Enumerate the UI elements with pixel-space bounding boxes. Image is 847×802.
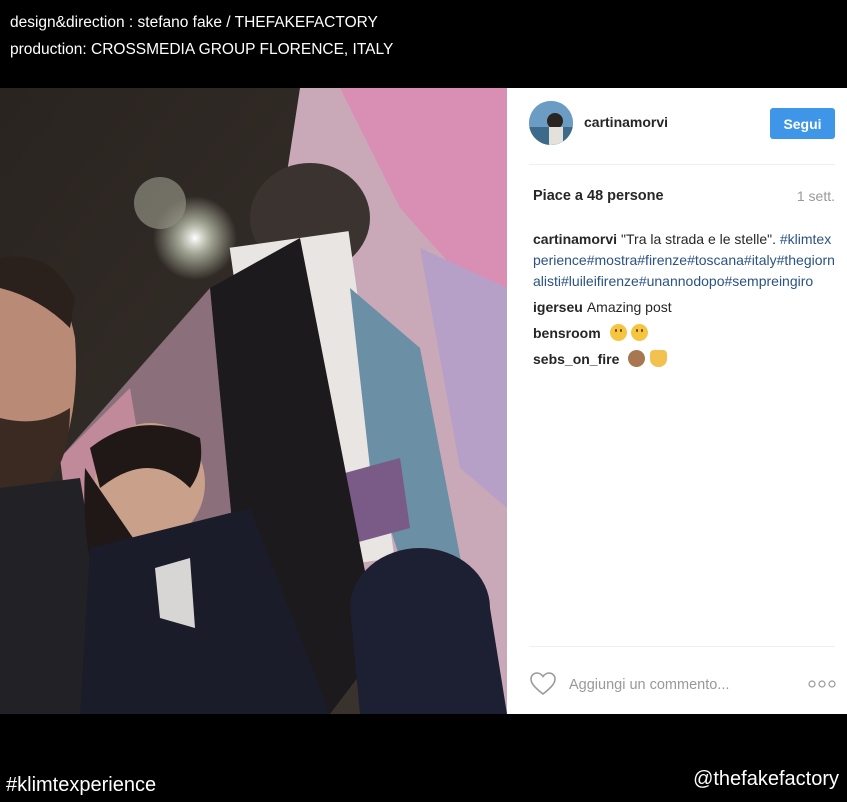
comment-input[interactable] — [567, 672, 791, 698]
post-header: cartinamorvi Segui — [507, 88, 847, 165]
comments-list: cartinamorvi "Tra la strada e le stelle".… — [533, 229, 837, 375]
raising-hands-emoji-icon — [650, 350, 668, 367]
credits-direction: design&direction : stefano fake / THEFAK… — [10, 14, 378, 31]
credits: design&direction : stefano fake / THEFAK… — [10, 9, 393, 63]
handle-caption: @thefakefactory — [693, 768, 839, 790]
grinning-emoji-icon — [631, 324, 649, 341]
post-details-panel: cartinamorvi Segui Piace a 48 persone 1 … — [507, 88, 847, 714]
post-timestamp[interactable]: 1 sett. — [797, 188, 835, 204]
comment-text: Amazing post — [586, 299, 672, 315]
post-photo — [0, 88, 507, 714]
comment-username[interactable]: igerseu — [533, 299, 583, 315]
see-no-evil-monkey-emoji-icon — [628, 350, 646, 367]
comment-item: sebs_on_fire — [533, 349, 837, 370]
heart-icon[interactable] — [530, 672, 556, 696]
post-username[interactable]: cartinamorvi — [584, 114, 668, 130]
caption: cartinamorvi "Tra la strada e le stelle".… — [533, 229, 837, 292]
grinning-emoji-icon — [609, 324, 627, 341]
follow-button[interactable]: Segui — [770, 108, 835, 139]
comment-item: igerseu Amazing post — [533, 297, 837, 318]
more-dots-icon[interactable] — [807, 676, 837, 692]
likes-count[interactable]: Piace a 48 persone — [533, 188, 664, 204]
selfie-photo-illustration — [0, 88, 507, 714]
avatar[interactable] — [529, 101, 573, 145]
comment-item: bensroom — [533, 323, 837, 344]
comment-username[interactable]: sebs_on_fire — [533, 351, 619, 367]
header-divider — [529, 164, 835, 165]
credits-production: production: CROSSMEDIA GROUP FLORENCE, I… — [10, 41, 394, 58]
caption-text: "Tra la strada e le stelle". — [621, 231, 776, 247]
comment-bar — [507, 662, 847, 714]
avatar-image — [529, 101, 573, 145]
comment-username[interactable]: bensroom — [533, 325, 601, 341]
hashtag-caption: #klimtexperience — [6, 774, 157, 796]
caption-username[interactable]: cartinamorvi — [533, 231, 617, 247]
footer-divider — [529, 646, 835, 647]
